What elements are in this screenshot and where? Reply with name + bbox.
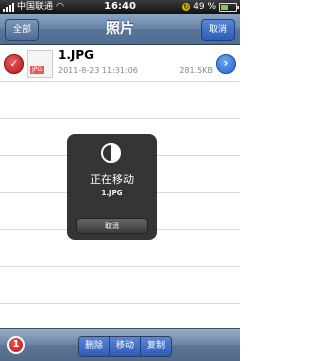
rotation-lock-icon: ↻ — [182, 3, 191, 11]
battery-icon — [219, 2, 239, 12]
status-right: ↻ 49 % — [182, 0, 239, 14]
list-item[interactable]: ✓ JPG 1.JPG 2011-8-23 11:31:06 281.5KB › — [0, 45, 240, 82]
disclosure-arrow-icon[interactable]: › — [216, 54, 236, 74]
selection-count-badge: 1 — [7, 336, 25, 354]
cancel-button[interactable]: 取消 — [200, 19, 235, 41]
action-segmented-control: 删除 移动 复制 — [78, 336, 173, 357]
hud-title: 正在移动 — [90, 173, 134, 186]
progress-hud: 正在移动 1.JPG 取消 — [67, 134, 157, 240]
hud-file-name: 1.JPG — [101, 189, 123, 197]
file-name: 1.JPG — [58, 48, 95, 62]
checkmark-icon[interactable]: ✓ — [4, 54, 24, 74]
file-thumbnail: JPG — [27, 50, 53, 78]
file-date: 2011-8-23 11:31:06 — [58, 66, 138, 75]
status-bar: 中国联通 ◠ 16:40 ↻ 49 % — [0, 0, 240, 14]
copy-button[interactable]: 复制 — [141, 337, 172, 356]
delete-button[interactable]: 删除 — [79, 337, 111, 356]
hud-cancel-button[interactable]: 取消 — [76, 218, 148, 234]
bottom-toolbar: 1 删除 移动 复制 — [0, 328, 240, 361]
battery-percent: 49 % — [193, 2, 216, 12]
file-type-tag: JPG — [30, 66, 45, 74]
move-button[interactable]: 移动 — [110, 337, 142, 356]
progress-circle-icon — [101, 143, 121, 163]
file-size: 281.5KB — [179, 66, 213, 75]
navigation-bar: 全部 照片 取消 — [0, 14, 240, 45]
